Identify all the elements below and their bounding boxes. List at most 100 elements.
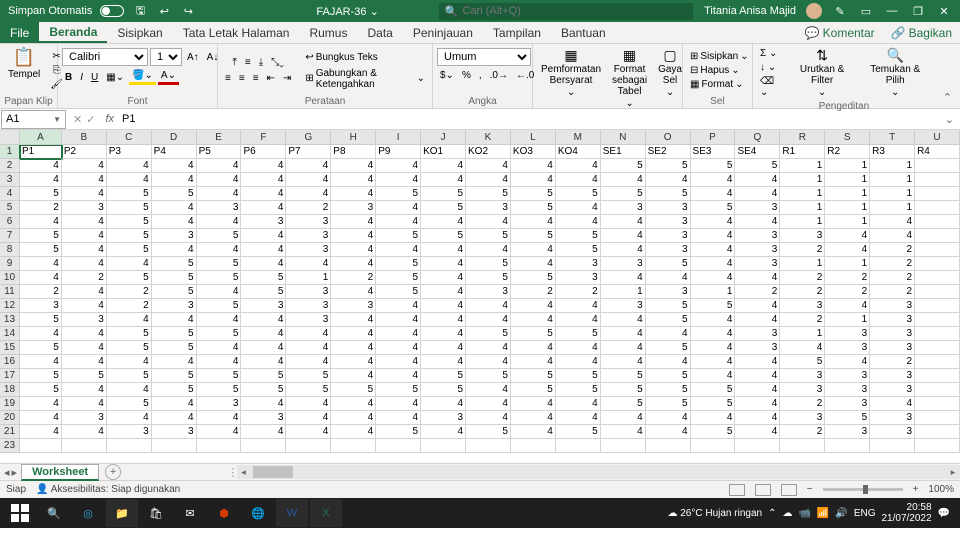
cell[interactable]: 5 — [376, 229, 421, 243]
cell[interactable]: 4 — [62, 187, 107, 201]
cell[interactable]: 5 — [646, 187, 691, 201]
cell[interactable]: 5 — [197, 299, 242, 313]
cell[interactable]: 5 — [421, 383, 466, 397]
cell[interactable]: 5 — [152, 257, 197, 271]
cell[interactable]: 4 — [376, 243, 421, 257]
cell[interactable]: 5 — [107, 215, 152, 229]
weather-icon[interactable]: ☁ 26°C Hujan ringan — [667, 508, 762, 519]
row-header[interactable]: 9 — [0, 257, 20, 271]
cell[interactable]: 3 — [825, 327, 870, 341]
cell[interactable]: 4 — [20, 173, 62, 187]
cell[interactable]: 3 — [62, 411, 107, 425]
cell[interactable]: 5 — [20, 341, 62, 355]
row-header[interactable]: 21 — [0, 425, 20, 439]
cell[interactable]: 2 — [107, 299, 152, 313]
font-size-select[interactable]: 11 — [150, 48, 182, 66]
cell[interactable]: 4 — [241, 257, 286, 271]
cell[interactable]: 4 — [62, 173, 107, 187]
autosum-icon[interactable]: Σ ⌄ — [757, 47, 780, 60]
cell[interactable]: 1 — [870, 201, 915, 215]
cell[interactable] — [915, 341, 960, 355]
cell[interactable] — [915, 411, 960, 425]
cell[interactable]: 4 — [197, 425, 242, 439]
col-header[interactable]: D — [152, 130, 197, 145]
fill-icon[interactable]: ↓ ⌄ — [757, 61, 779, 74]
row-header[interactable]: 6 — [0, 215, 20, 229]
cell[interactable]: 5 — [466, 369, 511, 383]
cell[interactable]: 5 — [20, 383, 62, 397]
filename[interactable]: FAJAR-36 ⌄ — [316, 5, 378, 18]
cell[interactable]: 4 — [691, 341, 736, 355]
cell[interactable]: 4 — [466, 341, 511, 355]
cell[interactable]: 4 — [556, 173, 601, 187]
cell[interactable]: 5 — [376, 285, 421, 299]
cell[interactable]: 2 — [20, 201, 62, 215]
cell[interactable]: 4 — [20, 397, 62, 411]
italic-button[interactable]: I — [77, 71, 86, 84]
cell[interactable]: 3 — [286, 229, 331, 243]
cell[interactable]: 5 — [152, 341, 197, 355]
cell[interactable]: P2 — [62, 145, 107, 159]
cell[interactable]: 2 — [870, 285, 915, 299]
cell[interactable]: 5 — [107, 243, 152, 257]
cell[interactable]: P9 — [376, 145, 421, 159]
cell[interactable]: 4 — [241, 327, 286, 341]
cell[interactable]: 2 — [870, 271, 915, 285]
comments-button[interactable]: 💬 Komentar — [797, 22, 883, 43]
cell[interactable]: 4 — [197, 285, 242, 299]
cell[interactable]: SE4 — [735, 145, 780, 159]
formula-input[interactable] — [118, 113, 939, 125]
cell[interactable]: 5 — [825, 411, 870, 425]
cell[interactable]: P1 — [20, 145, 62, 159]
horizontal-scrollbar[interactable]: ◂ ▸ — [251, 465, 960, 479]
cell[interactable]: 3 — [152, 299, 197, 313]
row-header[interactable]: 7 — [0, 229, 20, 243]
cell[interactable]: 4 — [601, 229, 646, 243]
cell[interactable]: 3 — [735, 257, 780, 271]
cell[interactable]: 4 — [691, 327, 736, 341]
cell[interactable]: 4 — [646, 425, 691, 439]
cell[interactable]: 4 — [197, 411, 242, 425]
cell[interactable] — [62, 439, 107, 453]
cell[interactable]: 5 — [107, 341, 152, 355]
cell[interactable]: 5 — [511, 229, 556, 243]
format-cells-button[interactable]: ▦ Format ⌄ — [687, 78, 747, 91]
row-header[interactable]: 17 — [0, 369, 20, 383]
row-header[interactable]: 14 — [0, 327, 20, 341]
cell[interactable]: 3 — [197, 201, 242, 215]
cell[interactable]: 5 — [466, 327, 511, 341]
word-icon[interactable]: W — [276, 499, 308, 527]
cell[interactable]: 2 — [825, 285, 870, 299]
cell[interactable]: 5 — [556, 243, 601, 257]
increase-font-icon[interactable]: A↑ — [184, 51, 202, 64]
cell[interactable]: 4 — [62, 383, 107, 397]
cell[interactable]: 5 — [286, 383, 331, 397]
cell[interactable]: KO2 — [466, 145, 511, 159]
cell[interactable]: 3 — [286, 299, 331, 313]
avatar[interactable] — [806, 3, 822, 19]
add-sheet-button[interactable]: + — [105, 464, 121, 480]
search-taskbar-icon[interactable]: 🔍 — [38, 499, 70, 527]
cell[interactable]: 2 — [780, 425, 825, 439]
cell[interactable] — [197, 439, 242, 453]
cell[interactable]: 5 — [556, 229, 601, 243]
cell[interactable]: 4 — [331, 411, 376, 425]
col-header[interactable]: L — [511, 130, 556, 145]
cell[interactable]: 4 — [331, 355, 376, 369]
cell[interactable] — [915, 257, 960, 271]
cell[interactable]: 4 — [421, 313, 466, 327]
row-header[interactable]: 11 — [0, 285, 20, 299]
cell[interactable]: 4 — [152, 173, 197, 187]
cell[interactable]: 3 — [556, 257, 601, 271]
cell[interactable]: 4 — [421, 397, 466, 411]
cell[interactable]: 5 — [20, 229, 62, 243]
cell[interactable]: 1 — [825, 173, 870, 187]
row-header[interactable]: 2 — [0, 159, 20, 173]
search-input[interactable] — [463, 5, 687, 17]
row-header[interactable]: 3 — [0, 173, 20, 187]
cell[interactable]: 3 — [197, 397, 242, 411]
cell[interactable]: 5 — [511, 187, 556, 201]
cell[interactable]: 4 — [421, 215, 466, 229]
cell[interactable]: 4 — [20, 327, 62, 341]
border-icon[interactable]: ▦⌄ — [103, 71, 127, 84]
